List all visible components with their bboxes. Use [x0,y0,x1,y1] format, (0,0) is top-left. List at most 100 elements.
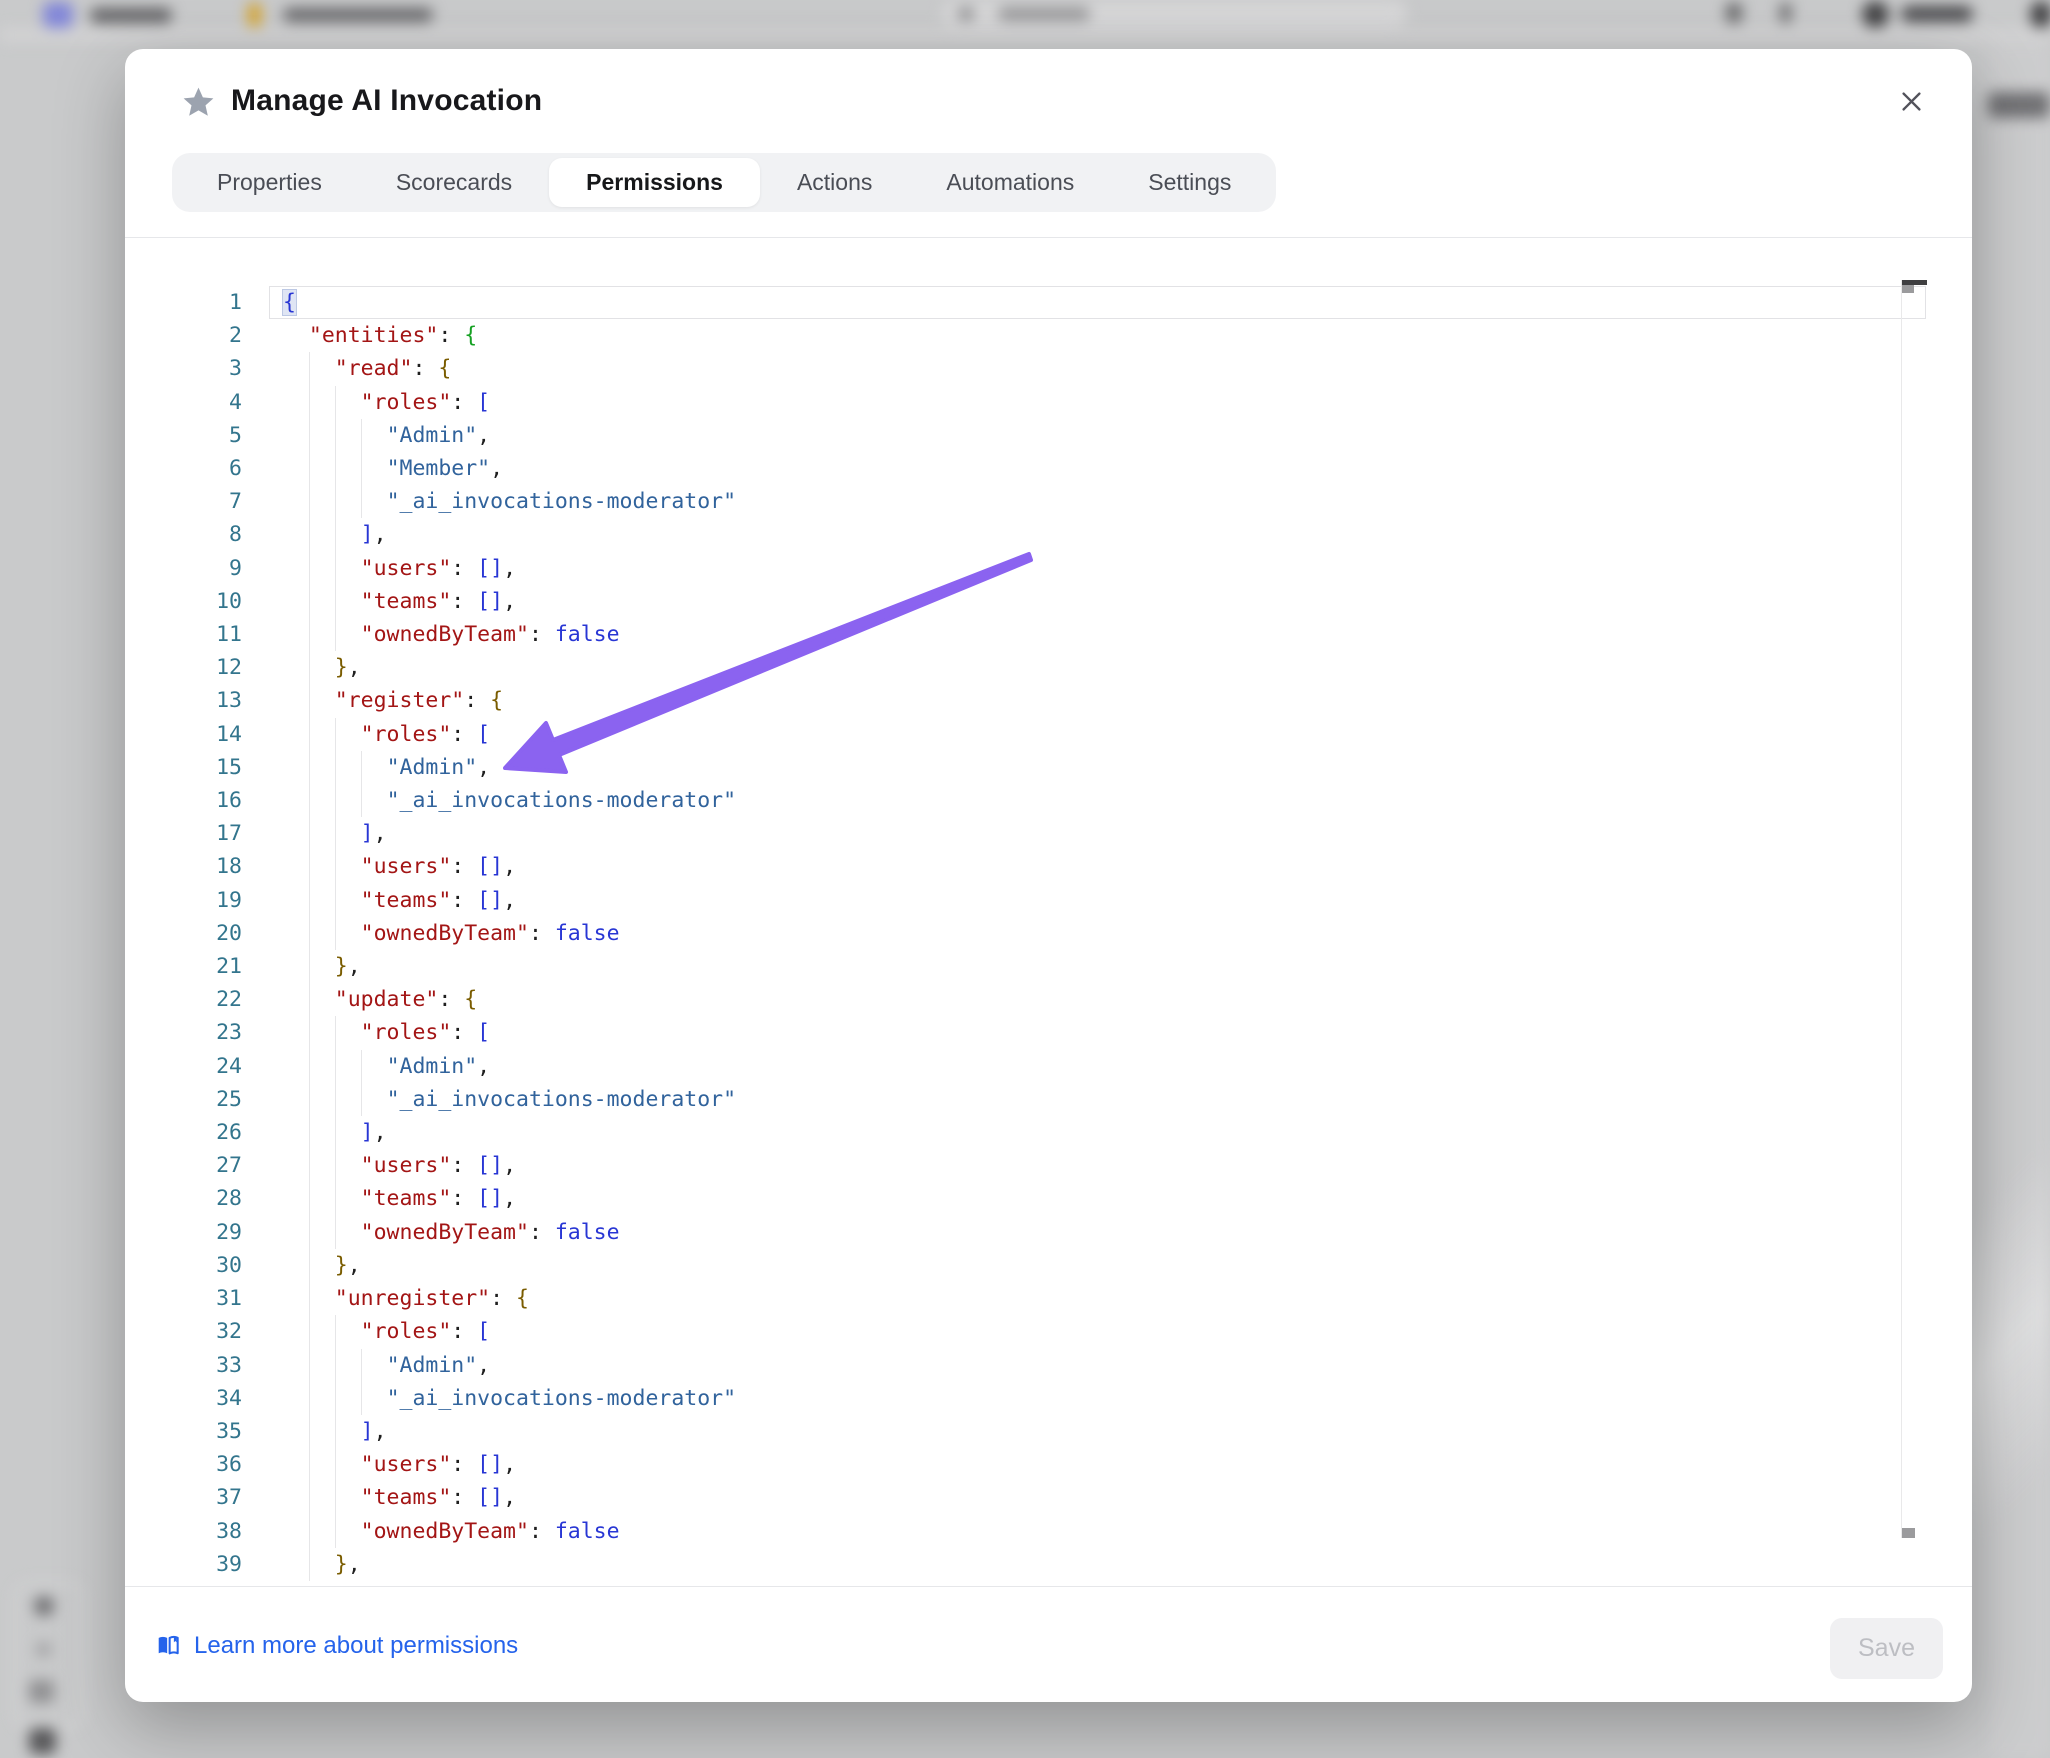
code-line[interactable]: 7 "_ai_invocations-moderator" [125,485,1926,518]
indent-guide [309,1083,310,1116]
code-line[interactable]: 3 "read": { [125,352,1926,385]
code-line[interactable]: 27 "users": [], [125,1149,1926,1182]
tab-permissions[interactable]: Permissions [549,158,760,207]
code-line[interactable]: 10 "teams": [], [125,585,1926,618]
line-number: 7 [125,485,242,518]
line-number: 16 [125,784,242,817]
code-line[interactable]: 12 }, [125,651,1926,684]
code-line[interactable]: 38 "ownedByTeam": false [125,1515,1926,1548]
editor-scrollbar-track[interactable] [1901,280,1927,1538]
code-line[interactable]: 36 "users": [], [125,1448,1926,1481]
line-number: 32 [125,1315,242,1348]
code-line[interactable]: 9 "users": [], [125,552,1926,585]
indent-guide [361,485,362,518]
background-text-blob [1988,92,2050,118]
line-number: 8 [125,518,242,551]
code-line[interactable]: 37 "teams": [], [125,1481,1926,1514]
code-line[interactable]: 16 "_ai_invocations-moderator" [125,784,1926,817]
app-icon-blob-2 [248,3,261,27]
indent-guide [309,518,310,551]
indent-guide [335,419,336,452]
code-line[interactable]: 1{ [125,286,1926,319]
permissions-json-editor[interactable]: 1{2 "entities": {3 "read": {4 "roles": [… [125,286,1926,1581]
edge-avatar-blob [2030,1,2050,28]
code-line[interactable]: 34 "_ai_invocations-moderator" [125,1382,1926,1415]
line-number: 31 [125,1282,242,1315]
indent-guide [309,917,310,950]
indent-guide [309,1515,310,1548]
code-line[interactable]: 20 "ownedByTeam": false [125,917,1926,950]
code-line[interactable]: 17 ], [125,817,1926,850]
header-divider [125,237,1972,238]
code-line[interactable]: 33 "Admin", [125,1349,1926,1382]
code-line[interactable]: 15 "Admin", [125,751,1926,784]
indent-guide [309,751,310,784]
code-line[interactable]: 19 "teams": [], [125,884,1926,917]
code-line[interactable]: 6 "Member", [125,452,1926,485]
code-line[interactable]: 25 "_ai_invocations-moderator" [125,1083,1926,1116]
tab-automations[interactable]: Automations [909,158,1111,207]
learn-more-label: Learn more about permissions [194,1632,518,1660]
code-line[interactable]: 39 }, [125,1548,1926,1581]
indent-guide [335,1083,336,1116]
star-icon [180,85,217,120]
code-line[interactable]: 14 "roles": [ [125,718,1926,751]
code-line[interactable]: 23 "roles": [ [125,1016,1926,1049]
code-line[interactable]: 13 "register": { [125,684,1926,717]
indent-guide [309,1116,310,1149]
code-line[interactable]: 31 "unregister": { [125,1282,1926,1315]
indent-guide [335,1050,336,1083]
close-button[interactable] [1889,79,1933,123]
indent-guide [361,1349,362,1382]
save-button[interactable]: Save [1830,1618,1943,1679]
indent-guide [309,718,310,751]
code-line[interactable]: 35 ], [125,1415,1926,1448]
app-icon-blob [43,2,73,28]
search-text-blob [998,7,1090,21]
indent-guide [309,419,310,452]
indent-guide [309,1016,310,1049]
code-line[interactable]: 26 ], [125,1116,1926,1149]
line-number: 17 [125,817,242,850]
learn-more-link[interactable]: Learn more about permissions [155,1632,518,1660]
indent-guide [309,1249,310,1282]
code-line[interactable]: 24 "Admin", [125,1050,1926,1083]
scrollbar-thumb-gray[interactable] [1902,285,1914,293]
indent-guide [335,452,336,485]
code-line[interactable]: 18 "users": [], [125,850,1926,883]
indent-guide [309,618,310,651]
indent-guide [309,950,310,983]
close-icon [1898,88,1925,115]
tab-bar: PropertiesScorecardsPermissionsActionsAu… [172,153,1276,212]
code-line[interactable]: 4 "roles": [ [125,386,1926,419]
indent-guide [309,1415,310,1448]
indent-guide [309,485,310,518]
tab-settings[interactable]: Settings [1111,158,1268,207]
line-number: 21 [125,950,242,983]
code-line[interactable]: 28 "teams": [], [125,1182,1926,1215]
code-line[interactable]: 30 }, [125,1249,1926,1282]
scrollbar-thumb-bottom[interactable] [1902,1528,1915,1538]
indent-guide [361,1050,362,1083]
code-line[interactable]: 22 "update": { [125,983,1926,1016]
indent-guide [309,1448,310,1481]
tab-actions[interactable]: Actions [760,158,909,207]
code-line[interactable]: 8 ], [125,518,1926,551]
indent-guide [309,1481,310,1514]
code-line[interactable]: 32 "roles": [ [125,1315,1926,1348]
line-number: 25 [125,1083,242,1116]
page-title: Manage AI Invocation [231,82,542,120]
tab-scorecards[interactable]: Scorecards [359,158,549,207]
code-line[interactable]: 5 "Admin", [125,419,1926,452]
code-line[interactable]: 11 "ownedByTeam": false [125,618,1926,651]
indent-guide [309,850,310,883]
code-line[interactable]: 21 }, [125,950,1926,983]
indent-guide [361,784,362,817]
tab-properties[interactable]: Properties [180,158,359,207]
code-line[interactable]: 2 "entities": { [125,319,1926,352]
topbar-icon-blob-2 [1780,3,1791,23]
line-number: 35 [125,1415,242,1448]
code-line[interactable]: 29 "ownedByTeam": false [125,1216,1926,1249]
line-number: 29 [125,1216,242,1249]
line-number: 22 [125,983,242,1016]
